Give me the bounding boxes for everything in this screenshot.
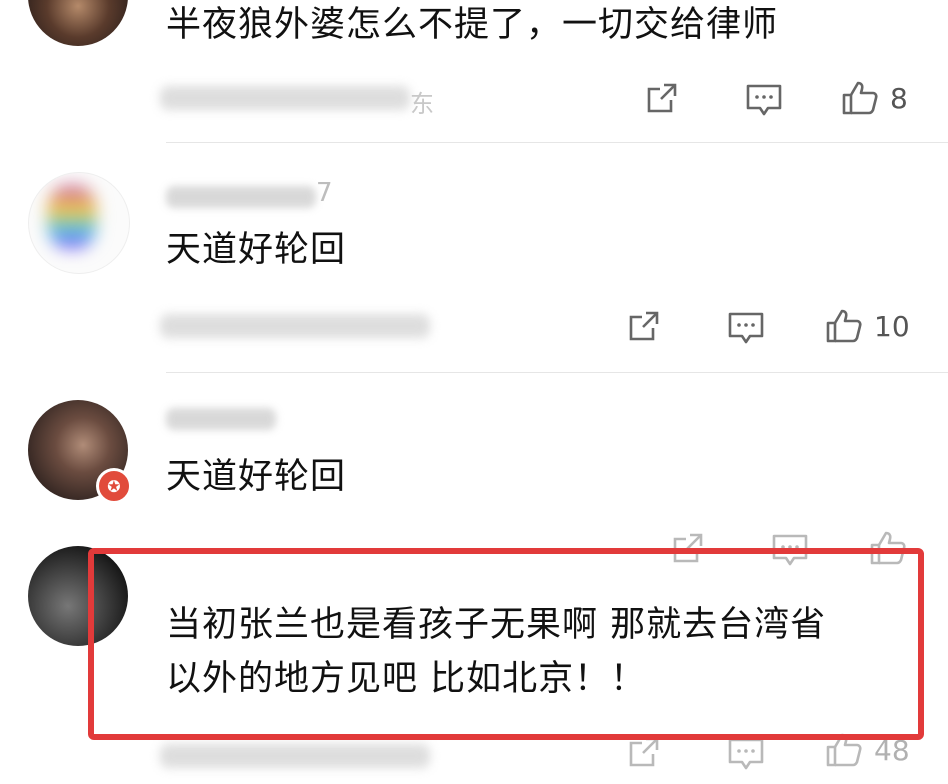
reply-button[interactable] <box>770 532 810 568</box>
like-count: 10 <box>874 309 910 343</box>
reply-button[interactable] <box>726 736 766 772</box>
comment-text: 天道好轮回 <box>166 230 347 270</box>
divider <box>166 142 948 143</box>
share-button[interactable] <box>626 308 662 344</box>
share-icon <box>629 737 659 767</box>
thumbs-up-icon <box>826 733 862 767</box>
divider <box>166 372 948 373</box>
comment-icon <box>746 84 782 116</box>
comment-text: 半夜狼外婆怎么不提了，一切交给律师 <box>166 5 779 45</box>
reply-button[interactable] <box>726 310 766 346</box>
comment-meta <box>160 314 430 338</box>
share-button[interactable] <box>644 80 680 116</box>
like-button[interactable]: 10 <box>824 306 910 346</box>
username[interactable] <box>166 408 276 430</box>
like-button[interactable]: 48 <box>824 730 910 770</box>
avatar[interactable] <box>28 0 128 46</box>
share-icon <box>673 533 703 563</box>
comment-text-line-1: 当初张兰也是看孩子无果啊 那就去台湾省 <box>166 605 827 645</box>
thumbs-up-icon <box>870 531 906 565</box>
reply-button[interactable] <box>744 82 784 118</box>
share-button[interactable] <box>670 530 706 566</box>
share-button[interactable] <box>626 734 662 770</box>
like-button[interactable]: 8 <box>840 78 908 118</box>
comment-meta <box>160 744 430 768</box>
thumbs-up-icon <box>842 81 878 115</box>
comment-meta-location: 东 <box>410 90 434 118</box>
comment-icon <box>772 534 808 566</box>
username[interactable] <box>166 186 316 208</box>
like-count: 48 <box>874 733 910 767</box>
star-badge-icon: ✪ <box>96 468 132 504</box>
like-count: 8 <box>890 81 908 115</box>
comment-icon <box>728 312 764 344</box>
comment-icon <box>728 738 764 770</box>
thumbs-up-icon <box>826 309 862 343</box>
comment-meta <box>160 86 410 110</box>
username-visible-fragment: 7 <box>316 178 333 208</box>
avatar[interactable] <box>28 172 130 274</box>
comment-text-line-2: 以外的地方见吧 比如北京！！ <box>166 659 647 699</box>
avatar[interactable] <box>28 546 128 646</box>
share-icon <box>629 311 659 341</box>
share-icon <box>647 83 677 113</box>
comment-text: 天道好轮回 <box>166 457 347 497</box>
like-button[interactable] <box>868 528 908 568</box>
